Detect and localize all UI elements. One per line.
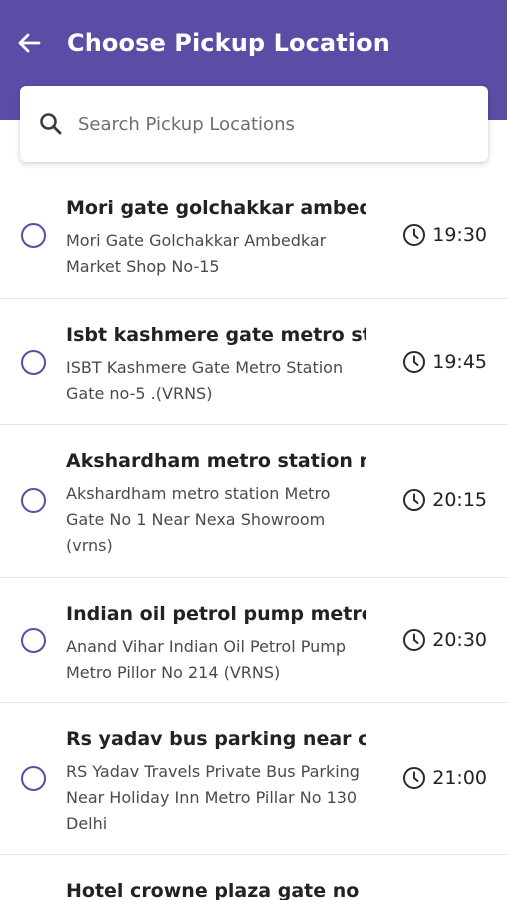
- location-name: Isbt kashmere gate metro sta...: [66, 324, 366, 346]
- time-label: 19:45: [432, 351, 487, 373]
- radio-unchecked-icon[interactable]: [21, 223, 46, 248]
- search-input[interactable]: [78, 104, 458, 144]
- pickup-time: 20:30: [402, 628, 487, 652]
- list-item[interactable]: Indian oil petrol pump metro ... Anand V…: [0, 578, 507, 703]
- time-label: 20:30: [432, 629, 487, 651]
- location-address: Mori Gate Golchakkar Ambedkar Market Sho…: [66, 231, 327, 276]
- clock-icon: [402, 350, 426, 374]
- list-item[interactable]: Akshardham metro station m... Akshardham…: [0, 425, 507, 578]
- clock-icon: [402, 766, 426, 790]
- search-icon: [38, 111, 64, 137]
- pickup-time: 19:30: [402, 223, 487, 247]
- time-label: 20:15: [432, 489, 487, 511]
- list-item[interactable]: Isbt kashmere gate metro sta... ISBT Kas…: [0, 299, 507, 425]
- radio-unchecked-icon[interactable]: [21, 488, 46, 513]
- location-name: Mori gate golchakkar ambed...: [66, 197, 366, 219]
- list-item[interactable]: Mori gate golchakkar ambed... Mori Gate …: [0, 172, 507, 299]
- list-item[interactable]: Rs yadav bus parking near chi... RS Yada…: [0, 703, 507, 855]
- search-bar[interactable]: [20, 86, 488, 162]
- clock-icon: [402, 223, 426, 247]
- pickup-time: 19:45: [402, 350, 487, 374]
- page-title: Choose Pickup Location: [67, 29, 390, 57]
- location-name: Rs yadav bus parking near chi...: [66, 728, 366, 750]
- location-name: Indian oil petrol pump metro ...: [66, 603, 366, 625]
- back-button[interactable]: [14, 28, 44, 58]
- pickup-location-list: Mori gate golchakkar ambed... Mori Gate …: [0, 172, 507, 900]
- time-label: 21:00: [432, 767, 487, 789]
- radio-unchecked-icon[interactable]: [21, 628, 46, 653]
- location-name: Akshardham metro station m...: [66, 450, 366, 472]
- pickup-time: 20:15: [402, 488, 487, 512]
- location-address: Akshardham metro station Metro Gate No 1…: [66, 484, 331, 555]
- list-item[interactable]: Hotel crowne plaza gate no 3 ...: [0, 855, 507, 900]
- arrow-left-icon: [18, 33, 41, 53]
- radio-unchecked-icon[interactable]: [21, 766, 46, 791]
- location-address: Anand Vihar Indian Oil Petrol Pump Metro…: [66, 637, 346, 682]
- clock-icon: [402, 628, 426, 652]
- location-address: RS Yadav Travels Private Bus Parking Nea…: [66, 762, 360, 833]
- location-address: ISBT Kashmere Gate Metro Station Gate no…: [66, 358, 344, 403]
- time-label: 19:30: [432, 224, 487, 246]
- radio-unchecked-icon[interactable]: [21, 350, 46, 375]
- location-name: Hotel crowne plaza gate no 3 ...: [66, 880, 366, 900]
- clock-icon: [402, 488, 426, 512]
- pickup-time: 21:00: [402, 766, 487, 790]
